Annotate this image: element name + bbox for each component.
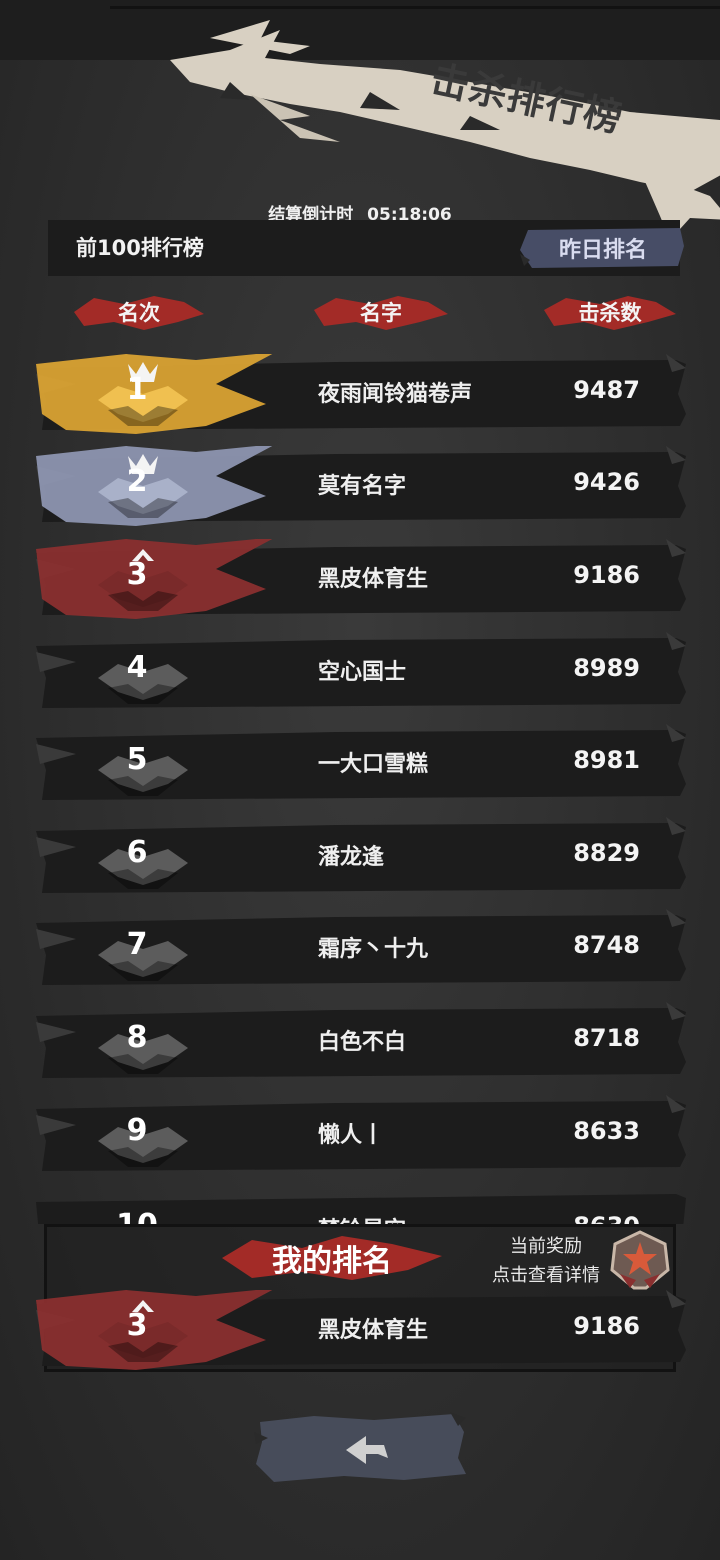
kill-count: 8981: [573, 746, 640, 774]
kill-count: 8829: [573, 839, 640, 867]
ranking-row-3[interactable]: 3 黑皮体育生 9186: [36, 539, 686, 619]
rank-number: 10: [116, 1208, 158, 1224]
ranking-row-4[interactable]: 4 空心国士 8989: [36, 632, 686, 712]
kill-count: 9186: [573, 1312, 640, 1340]
column-kills-label: 击杀数: [578, 301, 642, 325]
column-header-kills: 击杀数: [544, 292, 676, 332]
kill-count: 8633: [573, 1117, 640, 1145]
ranking-row-1[interactable]: 1 夜雨闻铃猫卷声 9487: [36, 354, 686, 434]
reward-line-2: 点击查看详情: [492, 1265, 600, 1286]
rank-number: 3: [126, 1308, 148, 1343]
column-header-name: 名字: [314, 292, 448, 332]
kill-count: 9186: [573, 561, 640, 589]
rank-number: 1: [126, 372, 148, 407]
ranking-row-8[interactable]: 8 白色不白 8718: [36, 1002, 686, 1082]
player-name: 懒人丨: [318, 1123, 385, 1148]
player-name: 空心国士: [318, 660, 407, 685]
rank-number: 2: [126, 464, 148, 499]
my-rank-title-label: 我的排名: [272, 1244, 392, 1279]
leaderboard-screen: 击杀排行榜 结算倒计时 05:18:06 前100排行榜 昨日排名 名次 名字 …: [0, 0, 720, 1560]
kill-count: 8748: [573, 931, 640, 959]
yesterday-button-label: 昨日排名: [558, 238, 647, 263]
player-name: 梦铃星空: [318, 1212, 406, 1224]
kill-count: 8630: [573, 1212, 640, 1224]
rank-number: 5: [126, 742, 148, 777]
player-name: 莫有名字: [318, 474, 407, 499]
rank-number: 9: [126, 1113, 148, 1148]
my-rank-row[interactable]: 3 黑皮体育生 9186: [36, 1290, 686, 1370]
column-rank-label: 名次: [118, 301, 160, 325]
rank-number: 6: [126, 835, 148, 870]
player-name: 白色不白: [318, 1030, 407, 1055]
top-divider: [110, 6, 720, 9]
player-name: 潘龙逢: [318, 845, 385, 870]
reward-line-1: 当前奖励: [510, 1236, 582, 1257]
player-name: 霜序丶十九: [318, 937, 429, 962]
player-name: 一大口雪糕: [318, 752, 429, 777]
current-reward-button[interactable]: 当前奖励 点击查看详情: [472, 1228, 672, 1292]
rank-number: 7: [126, 927, 148, 962]
ranking-row-partial[interactable]: 10 梦铃星空 8630: [36, 1188, 686, 1224]
ranking-row-9[interactable]: 9 懒人丨 8633: [36, 1095, 686, 1175]
player-name: 夜雨闻铃猫卷声: [318, 382, 473, 407]
board-title: 前100排行榜: [76, 236, 204, 260]
ranking-row-6[interactable]: 6 潘龙逢 8829: [36, 817, 686, 897]
kill-count: 8718: [573, 1024, 640, 1052]
kill-count: 9426: [573, 468, 640, 496]
rank-number: 4: [126, 650, 148, 685]
column-name-label: 名字: [360, 301, 402, 325]
my-rank-title: 我的排名: [222, 1232, 442, 1284]
kill-count: 8989: [573, 654, 640, 682]
ranking-row-7[interactable]: 7 霜序丶十九 8748: [36, 909, 686, 989]
ranking-row-5[interactable]: 5 一大口雪糕 8981: [36, 724, 686, 804]
column-header-rank: 名次: [74, 292, 204, 332]
star-medal-icon: [610, 1230, 670, 1290]
player-name: 黑皮体育生: [318, 567, 429, 592]
kill-count: 9487: [573, 376, 640, 404]
rank-number: 8: [126, 1020, 148, 1055]
ranking-row-2[interactable]: 2 莫有名字 9426: [36, 446, 686, 526]
rank-number: 3: [126, 557, 148, 592]
yesterday-rank-button[interactable]: 昨日排名: [520, 226, 686, 270]
reward-text: 当前奖励 点击查看详情: [480, 1232, 612, 1290]
back-button[interactable]: [254, 1412, 466, 1484]
player-name: 黑皮体育生: [318, 1318, 429, 1343]
